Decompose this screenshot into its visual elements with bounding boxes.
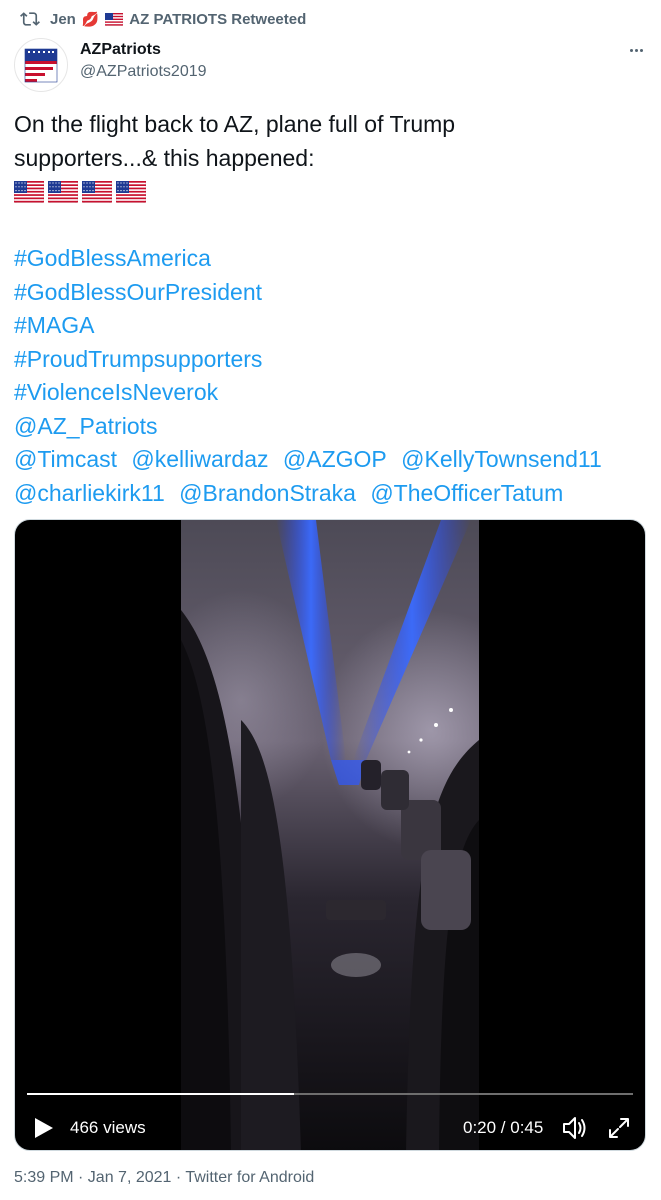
us-flag-icon	[14, 180, 44, 203]
mention-link[interactable]: @AZGOP	[283, 446, 387, 472]
author-display-name[interactable]: AZPatriots	[80, 41, 161, 59]
tweet-body: On the flight back to AZ, plane full of …	[14, 108, 644, 510]
mention-link[interactable]: @charliekirk11	[14, 480, 165, 506]
view-count: 466 views	[70, 1118, 146, 1137]
mention-link[interactable]: @BrandonStraka	[179, 480, 356, 506]
flag-emoji-row	[14, 175, 644, 209]
hashtag-link[interactable]: #ViolenceIsNeverok	[14, 376, 644, 410]
video-progress-bar[interactable]	[27, 1093, 633, 1095]
play-icon[interactable]	[33, 1116, 55, 1140]
mentions-row: @charliekirk11 @BrandonStraka @TheOffice…	[14, 477, 644, 511]
mention-link[interactable]: @kelliwardaz	[131, 446, 268, 472]
us-flag-icon	[82, 180, 112, 203]
video-frame[interactable]	[181, 520, 479, 1150]
retweet-icon	[20, 12, 40, 26]
mention-link[interactable]: @KellyTownsend11	[401, 446, 602, 472]
fullscreen-icon[interactable]	[607, 1116, 631, 1140]
retweet-header[interactable]: Jen 💋 AZ PATRIOTS Retweeted	[20, 8, 306, 30]
us-flag-icon	[48, 180, 78, 203]
tweet-timestamp[interactable]: 5:39 PM · Jan 7, 2021 · Twitter for Andr…	[14, 1169, 314, 1187]
kiss-emoji: 💋	[81, 10, 100, 27]
video-time: 0:20 / 0:45	[463, 1118, 544, 1137]
hashtag-link[interactable]: #ProudTrumpsupporters	[14, 343, 644, 377]
us-flag-icon	[105, 12, 124, 26]
video-player[interactable]: 466 views 0:20 / 0:45	[14, 519, 646, 1151]
avatar[interactable]	[14, 38, 68, 92]
hashtag-link[interactable]: #GodBlessOurPresident	[14, 276, 644, 310]
video-progress-fill	[27, 1093, 294, 1095]
mentions-row: @Timcast @kelliwardaz @AZGOP @KellyTowns…	[14, 443, 644, 477]
author-handle[interactable]: @AZPatriots2019	[80, 63, 207, 81]
tweet-text-line: supporters...& this happened:	[14, 144, 315, 171]
airplane-cabin-image	[181, 520, 479, 1150]
retweet-label: AZ PATRIOTS Retweeted	[129, 10, 307, 28]
mention-link[interactable]: @Timcast	[14, 446, 117, 472]
hashtag-link[interactable]: #GodBlessAmerica	[14, 242, 644, 276]
az-patriots-logo-icon	[24, 48, 58, 83]
more-options-icon[interactable]	[624, 40, 648, 60]
mention-link[interactable]: @TheOfficerTatum	[370, 480, 563, 506]
volume-icon[interactable]	[561, 1115, 589, 1141]
hashtag-link[interactable]: #MAGA	[14, 309, 644, 343]
us-flag-icon	[116, 180, 146, 203]
retweeter-name[interactable]: Jen	[50, 11, 76, 28]
mention-link[interactable]: @AZ_Patriots	[14, 410, 644, 444]
tweet-text-line: On the flight back to AZ, plane full of …	[14, 111, 456, 137]
